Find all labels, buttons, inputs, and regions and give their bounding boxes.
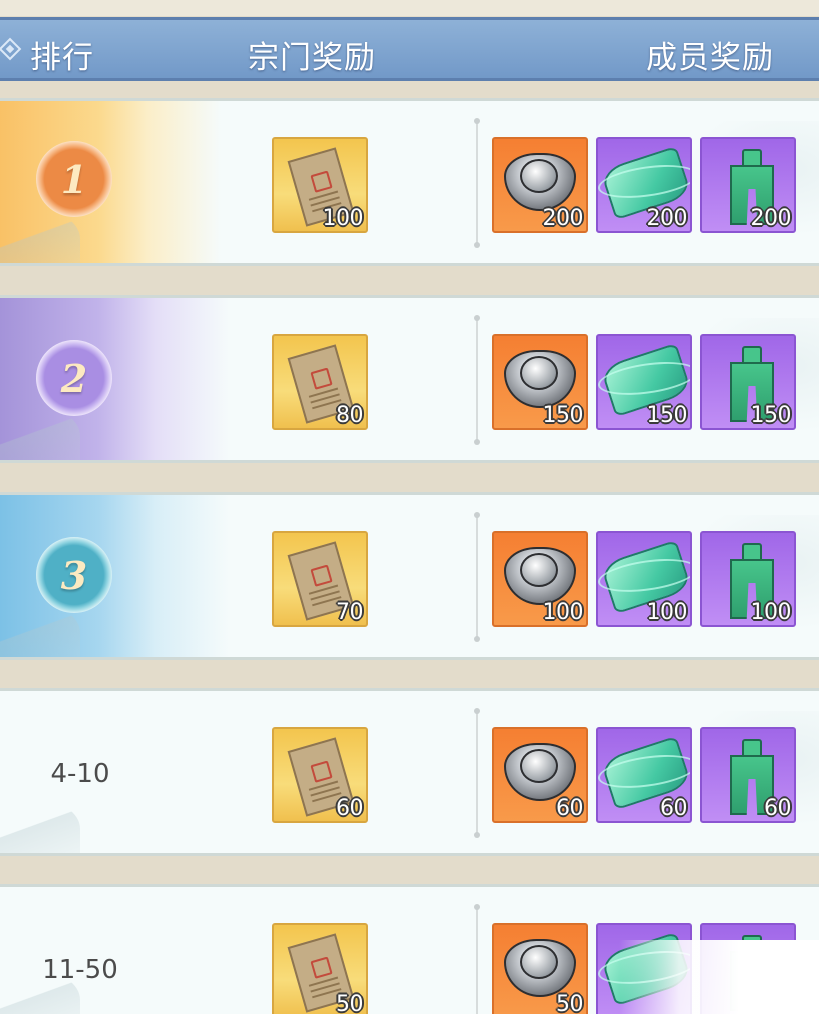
item-count: 70 bbox=[336, 600, 364, 625]
column-divider bbox=[474, 118, 480, 248]
diamond-icon bbox=[0, 37, 22, 61]
member-reward-item[interactable]: 150 bbox=[700, 334, 796, 430]
member-reward-item[interactable]: 100 bbox=[492, 531, 588, 627]
corner-overlay bbox=[619, 940, 819, 1014]
rank-range-label: 4-10 bbox=[50, 759, 110, 789]
item-count: 100 bbox=[750, 600, 792, 625]
silver-ingot-icon bbox=[504, 547, 576, 605]
column-divider bbox=[474, 904, 480, 1014]
item-count: 50 bbox=[336, 992, 364, 1014]
reward-row-rank-2: 2 80 150 150 150 bbox=[0, 295, 819, 463]
column-divider bbox=[474, 315, 480, 445]
reward-row-rank-3: 3 70 100 100 100 bbox=[0, 492, 819, 660]
item-count: 150 bbox=[646, 403, 688, 428]
item-count: 200 bbox=[750, 206, 792, 231]
table-header: 排行 宗门奖励 成员奖励 bbox=[0, 17, 819, 81]
item-count: 60 bbox=[764, 796, 792, 821]
rank-medal-2: 2 bbox=[36, 340, 112, 416]
rank-medal-1: 1 bbox=[36, 141, 112, 217]
column-divider bbox=[474, 512, 480, 642]
member-reward-item[interactable]: 150 bbox=[492, 334, 588, 430]
member-reward-item[interactable]: 60 bbox=[700, 727, 796, 823]
item-count: 80 bbox=[336, 403, 364, 428]
member-reward-item[interactable]: 100 bbox=[596, 531, 692, 627]
item-count: 60 bbox=[336, 796, 364, 821]
top-strip bbox=[0, 0, 819, 16]
silver-ingot-icon bbox=[504, 350, 576, 408]
member-reward-item[interactable]: 60 bbox=[596, 727, 692, 823]
sect-reward-column-header: 宗门奖励 bbox=[248, 40, 376, 76]
sect-reward-item[interactable]: 80 bbox=[272, 334, 368, 430]
member-reward-item[interactable]: 60 bbox=[492, 727, 588, 823]
sect-reward-item[interactable]: 50 bbox=[272, 923, 368, 1014]
item-count: 100 bbox=[646, 600, 688, 625]
member-reward-item[interactable]: 150 bbox=[596, 334, 692, 430]
mountain-decoration bbox=[0, 799, 80, 853]
member-reward-column-header: 成员奖励 bbox=[646, 40, 774, 76]
silver-ingot-icon bbox=[504, 153, 576, 211]
mountain-decoration bbox=[0, 209, 80, 263]
rank-range-label: 11-50 bbox=[42, 955, 118, 985]
item-count: 150 bbox=[542, 403, 584, 428]
rank-column-header: 排行 bbox=[30, 40, 94, 76]
member-reward-item[interactable]: 50 bbox=[492, 923, 588, 1014]
sect-reward-item[interactable]: 70 bbox=[272, 531, 368, 627]
item-count: 50 bbox=[556, 992, 584, 1014]
sect-reward-item[interactable]: 100 bbox=[272, 137, 368, 233]
item-count: 100 bbox=[322, 206, 364, 231]
member-reward-item[interactable]: 100 bbox=[700, 531, 796, 627]
column-divider bbox=[474, 708, 480, 838]
reward-row-rank-4-10: 4-10 60 60 60 60 bbox=[0, 688, 819, 856]
member-reward-item[interactable]: 200 bbox=[596, 137, 692, 233]
sect-reward-item[interactable]: 60 bbox=[272, 727, 368, 823]
member-reward-item[interactable]: 200 bbox=[700, 137, 796, 233]
reward-row-rank-1: 1 100 200 200 200 bbox=[0, 98, 819, 266]
member-reward-item[interactable]: 200 bbox=[492, 137, 588, 233]
item-count: 150 bbox=[750, 403, 792, 428]
rank-medal-3: 3 bbox=[36, 537, 112, 613]
silver-ingot-icon bbox=[504, 743, 576, 801]
item-count: 200 bbox=[542, 206, 584, 231]
item-count: 60 bbox=[556, 796, 584, 821]
silver-ingot-icon bbox=[504, 939, 576, 997]
item-count: 60 bbox=[660, 796, 688, 821]
item-count: 100 bbox=[542, 600, 584, 625]
item-count: 200 bbox=[646, 206, 688, 231]
